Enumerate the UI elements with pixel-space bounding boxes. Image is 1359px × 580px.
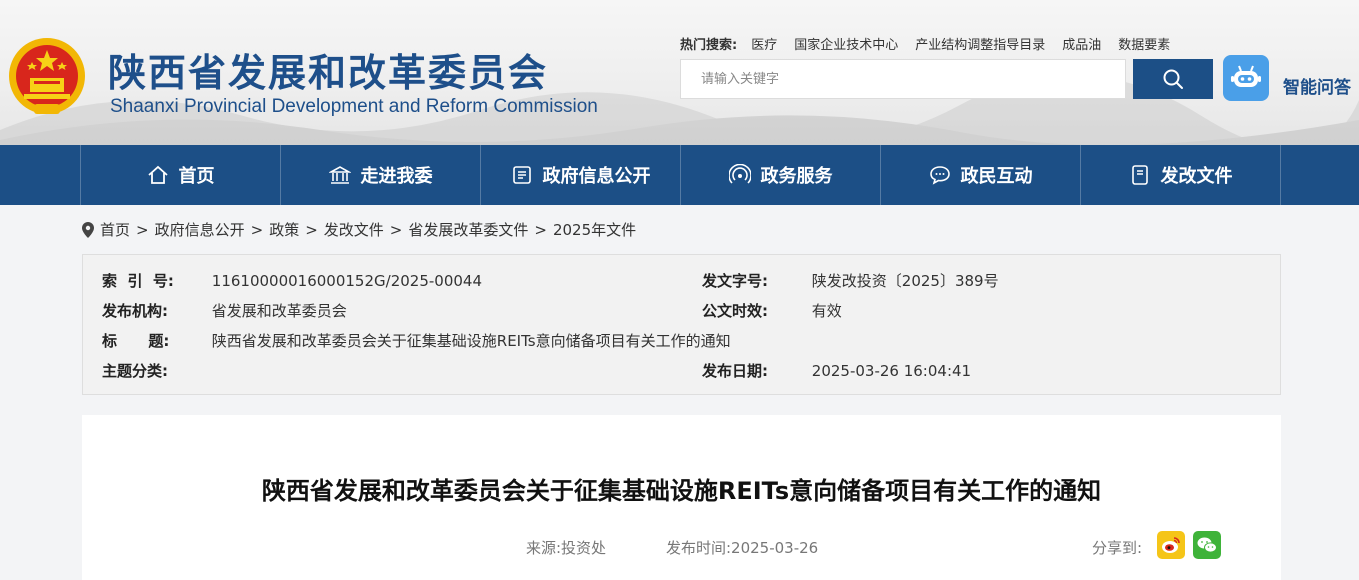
document-icon xyxy=(512,166,531,184)
nav-item-label: 政府信息公开 xyxy=(542,166,651,187)
nav-item-label: 发改文件 xyxy=(1160,166,1233,187)
file-icon xyxy=(1131,165,1148,185)
nav-item-label: 首页 xyxy=(178,166,215,187)
site-title: 陕西省发展和改革委员会 xyxy=(108,51,549,95)
site-header: 陕西省发展和改革委员会 Shaanxi Provincial Developme… xyxy=(0,0,1359,145)
article-card: 陕西省发展和改革委员会关于征集基础设施REITs意向储备项目有关工作的通知 来源… xyxy=(82,415,1281,580)
meta-issuer-row: 发布机构: 省发展和改革委员会 xyxy=(102,300,347,321)
article-source: 来源:投资处 xyxy=(526,539,607,557)
meta-value: 陕发改投资〔2025〕389号 xyxy=(811,272,999,290)
nav-item-about[interactable]: 走进我委 xyxy=(280,145,480,205)
breadcrumb-link[interactable]: 政府信息公开 xyxy=(155,219,245,240)
chat-icon xyxy=(929,166,950,185)
meta-docno-row: 发文字号: 陕发改投资〔2025〕389号 xyxy=(702,270,999,291)
assistant-link[interactable]: 智能问答 xyxy=(1283,73,1351,98)
breadcrumb-separator: > xyxy=(389,220,403,239)
search-button[interactable] xyxy=(1133,59,1213,99)
meta-title-row: 标 题: 陕西省发展和改革委员会关于征集基础设施REITs意向储备项目有关工作的… xyxy=(102,330,731,351)
article-title: 陕西省发展和改革委员会关于征集基础设施REITs意向储备项目有关工作的通知 xyxy=(261,477,1102,505)
breadcrumb-separator: > xyxy=(534,220,547,239)
wechat-share-icon[interactable] xyxy=(1193,531,1221,559)
hot-search-label: 热门搜索: xyxy=(680,38,738,53)
weibo-share-icon[interactable] xyxy=(1157,531,1185,559)
hot-search-link[interactable]: 国家企业技术中心 xyxy=(794,34,898,53)
breadcrumb-link[interactable]: 省发展改革委文件 xyxy=(408,219,528,240)
nav-item-interaction[interactable]: 政民互动 xyxy=(880,145,1080,205)
nav-item-label: 走进我委 xyxy=(360,166,433,187)
breadcrumb-link[interactable]: 发改文件 xyxy=(324,219,384,240)
meta-key: 发布日期: xyxy=(702,362,768,380)
assistant-robot-icon[interactable] xyxy=(1223,55,1269,101)
nav-item-services[interactable]: 政务服务 xyxy=(680,145,880,205)
meta-key: 标 题: xyxy=(102,332,170,350)
building-icon xyxy=(328,166,351,184)
main-nav: 首页 走进我委 政府信息公开 政务服务 政民互动 发改文件 xyxy=(0,145,1359,205)
search-input[interactable] xyxy=(680,59,1126,99)
national-emblem-icon xyxy=(9,38,85,114)
hot-search-link[interactable]: 数据要素 xyxy=(1118,34,1170,53)
location-pin-icon xyxy=(82,221,94,238)
meta-validity-row: 公文时效: 有效 xyxy=(702,300,842,321)
meta-key: 发文字号: xyxy=(702,272,768,290)
nav-item-label: 政务服务 xyxy=(760,166,833,187)
breadcrumb-separator: > xyxy=(136,220,149,239)
hot-search-bar: 热门搜索: 医疗 国家企业技术中心 产业结构调整指导目录 成品油 数据要素 xyxy=(680,34,1187,53)
hot-search-link[interactable]: 成品油 xyxy=(1062,34,1101,53)
meta-value: 有效 xyxy=(811,302,842,320)
article-publish-time: 发布时间:2025-03-26 xyxy=(666,539,819,557)
meta-index-row: 索 引 号: 11610000016000152G/2025-00044 xyxy=(102,270,482,291)
meta-value: 陕西省发展和改革委员会关于征集基础设施REITs意向储备项目有关工作的通知 xyxy=(211,332,731,350)
breadcrumb-separator: > xyxy=(250,220,264,239)
share-label: 分享到: xyxy=(1092,539,1143,557)
nav-item-label: 政民互动 xyxy=(960,166,1033,187)
meta-key: 发布机构: xyxy=(102,302,168,320)
meta-value: 2025-03-26 16:04:41 xyxy=(811,362,972,380)
meta-value: 11610000016000152G/2025-00044 xyxy=(211,272,483,290)
hot-search-link[interactable]: 产业结构调整指导目录 xyxy=(915,34,1045,53)
breadcrumb-link[interactable]: 政策 xyxy=(269,219,299,240)
nav-item-gov-info[interactable]: 政府信息公开 xyxy=(480,145,680,205)
search-icon xyxy=(1163,69,1183,89)
nav-item-documents[interactable]: 发改文件 xyxy=(1080,145,1281,205)
meta-topic-row: 主题分类: xyxy=(102,360,212,381)
breadcrumb-separator: > xyxy=(305,220,318,239)
breadcrumb-link-home[interactable]: 首页 xyxy=(100,219,130,240)
site-title-english: Shaanxi Provincial Development and Refor… xyxy=(110,96,598,117)
home-icon xyxy=(147,165,168,184)
meta-date-row: 发布日期: 2025-03-26 16:04:41 xyxy=(702,360,971,381)
document-meta-table: 索 引 号: 11610000016000152G/2025-00044 发文字… xyxy=(82,254,1281,395)
nav-item-home[interactable]: 首页 xyxy=(80,145,280,205)
meta-key: 主题分类: xyxy=(102,362,168,380)
meta-key: 公文时效: xyxy=(702,302,768,320)
signal-icon xyxy=(728,164,751,184)
breadcrumb-link-current[interactable]: 2025年文件 xyxy=(553,219,636,240)
meta-value: 省发展和改革委员会 xyxy=(211,302,347,320)
breadcrumb: 首页 > 政府信息公开 > 政策 > 发改文件 > 省发展改革委文件 > 202… xyxy=(82,219,636,240)
meta-key: 索 引 号: xyxy=(102,272,174,290)
hot-search-link[interactable]: 医疗 xyxy=(751,34,777,53)
